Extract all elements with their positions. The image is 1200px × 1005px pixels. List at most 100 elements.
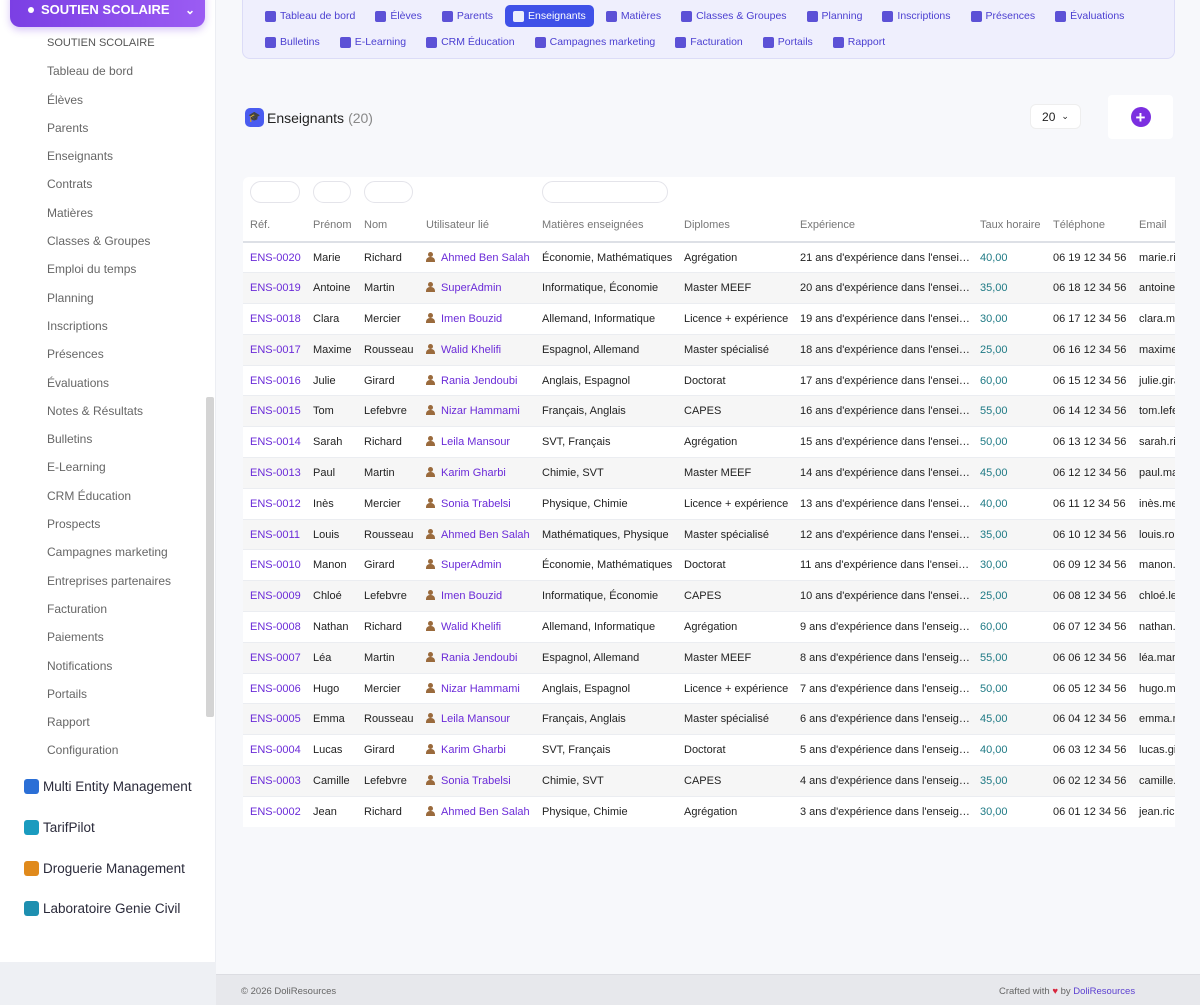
sidebar-item[interactable]: Entreprises partenaires <box>47 574 171 602</box>
nav-tab[interactable]: Facturation <box>667 31 751 53</box>
nav-tab[interactable]: Présences <box>963 5 1044 27</box>
table-row[interactable]: ENS-0020 Marie Richard Ahmed Ben Salah Écono… <box>243 242 1175 274</box>
linked-user-link[interactable]: Karim Gharbi <box>419 734 535 767</box>
linked-user-link[interactable]: SuperAdmin <box>419 549 535 582</box>
nav-tab[interactable]: Parents <box>434 5 501 27</box>
table-row[interactable]: ENS-0018 Clara Mercier Imen Bouzid Allemand,… <box>243 303 1175 335</box>
table-row[interactable]: ENS-0006 Hugo Mercier Nizar Hammami Anglais,… <box>243 673 1175 705</box>
table-row[interactable]: ENS-0005 Emma Rousseau Leila Mansour Françai… <box>243 703 1175 736</box>
ref-link[interactable]: ENS-0020 <box>243 242 306 274</box>
nav-tab[interactable]: Matières <box>598 5 669 27</box>
page-limit-select[interactable]: 20 ⌄ <box>1030 104 1081 129</box>
linked-user-link[interactable]: Walid Khelifi <box>419 334 535 366</box>
sidebar-item[interactable]: Portails <box>47 687 171 715</box>
nav-tab[interactable]: E-Learning <box>332 31 414 53</box>
nav-tab[interactable]: Tableau de bord <box>257 5 363 27</box>
nav-tab[interactable]: CRM Éducation <box>418 31 523 53</box>
table-row[interactable]: ENS-0015 Tom Lefebvre Nizar Hammami Français… <box>243 395 1175 428</box>
linked-user-link[interactable]: Nizar Hammami <box>419 395 535 428</box>
column-header[interactable]: Nom <box>357 209 419 243</box>
add-record-button[interactable]: + <box>1130 107 1151 127</box>
sidebar-item[interactable]: Inscriptions <box>47 319 171 347</box>
table-row[interactable]: ENS-0014 Sarah Richard Leila Mansour SVT, Fr… <box>243 426 1175 459</box>
sidebar-item[interactable]: Élèves <box>47 93 171 121</box>
ref-link[interactable]: ENS-0002 <box>243 796 306 827</box>
sidebar-item[interactable]: Parents <box>47 121 171 149</box>
nav-tab[interactable]: Portails <box>755 31 821 53</box>
ref-link[interactable]: ENS-0004 <box>243 734 306 767</box>
column-header[interactable]: Diplomes <box>677 209 793 243</box>
filter-lastname-input[interactable] <box>364 181 413 203</box>
ref-link[interactable]: ENS-0014 <box>243 426 306 459</box>
sidebar-item[interactable]: Rapport <box>47 715 171 743</box>
linked-user-link[interactable]: Sonia Trabelsi <box>419 765 535 797</box>
sidebar-item[interactable]: Classes & Groupes <box>47 234 171 262</box>
sidebar-item[interactable]: Contrats <box>47 177 171 205</box>
sidebar-item[interactable]: Bulletins <box>47 432 171 460</box>
ref-link[interactable]: ENS-0012 <box>243 488 306 520</box>
ref-link[interactable]: ENS-0019 <box>243 272 306 305</box>
ref-link[interactable]: ENS-0005 <box>243 703 306 736</box>
ref-link[interactable]: ENS-0008 <box>243 611 306 643</box>
ref-link[interactable]: ENS-0018 <box>243 303 306 335</box>
ref-link[interactable]: ENS-0009 <box>243 580 306 613</box>
linked-user-link[interactable]: Leila Mansour <box>419 703 535 736</box>
table-row[interactable]: ENS-0010 Manon Girard SuperAdmin Économie, M… <box>243 549 1175 582</box>
column-header[interactable]: Téléphone <box>1046 209 1132 243</box>
table-row[interactable]: ENS-0003 Camille Lefebvre Sonia Trabelsi Chi… <box>243 765 1175 797</box>
nav-tab[interactable]: Élèves <box>367 5 430 27</box>
linked-user-link[interactable]: Rania Jendoubi <box>419 365 535 397</box>
nav-tab[interactable]: Enseignants <box>505 5 594 27</box>
sidebar-module-item[interactable]: Droguerie Management <box>24 861 185 876</box>
sidebar-item[interactable]: SOUTIEN SCOLAIRE <box>47 36 171 64</box>
nav-tab[interactable]: Campagnes marketing <box>527 31 664 53</box>
linked-user-link[interactable]: Leila Mansour <box>419 426 535 459</box>
footer-brand-link[interactable]: DoliResources <box>1073 986 1135 997</box>
table-row[interactable]: ENS-0011 Louis Rousseau Ahmed Ben Salah Math… <box>243 519 1175 551</box>
table-row[interactable]: ENS-0017 Maxime Rousseau Walid Khelifi Espag… <box>243 334 1175 366</box>
sidebar-item[interactable]: Évaluations <box>47 376 171 404</box>
linked-user-link[interactable]: Walid Khelifi <box>419 611 535 643</box>
sidebar-item[interactable]: Paiements <box>47 630 171 658</box>
sidebar-item[interactable]: Configuration <box>47 743 171 771</box>
ref-link[interactable]: ENS-0015 <box>243 395 306 428</box>
linked-user-link[interactable]: Imen Bouzid <box>419 580 535 613</box>
nav-tab[interactable]: Rapport <box>825 31 893 53</box>
linked-user-link[interactable]: Rania Jendoubi <box>419 642 535 674</box>
ref-link[interactable]: ENS-0007 <box>243 642 306 674</box>
nav-tab[interactable]: Évaluations <box>1047 5 1132 27</box>
linked-user-link[interactable]: Ahmed Ben Salah <box>419 242 535 274</box>
linked-user-link[interactable]: Sonia Trabelsi <box>419 488 535 520</box>
ref-link[interactable]: ENS-0003 <box>243 765 306 797</box>
linked-user-link[interactable]: Nizar Hammami <box>419 673 535 705</box>
linked-user-link[interactable]: SuperAdmin <box>419 272 535 305</box>
table-row[interactable]: ENS-0008 Nathan Richard Walid Khelifi Allema… <box>243 611 1175 643</box>
sidebar-module-item[interactable]: TarifPilot <box>24 820 95 835</box>
sidebar-item[interactable]: Emploi du temps <box>47 262 171 290</box>
nav-tab[interactable]: Planning <box>799 5 871 27</box>
filter-subjects-input[interactable] <box>542 181 668 203</box>
sidebar-scrollbar[interactable] <box>206 397 214 717</box>
sidebar-item[interactable]: Campagnes marketing <box>47 545 171 573</box>
table-row[interactable]: ENS-0009 Chloé Lefebvre Imen Bouzid Informat… <box>243 580 1175 613</box>
ref-link[interactable]: ENS-0013 <box>243 457 306 489</box>
filter-ref-input[interactable] <box>250 181 300 203</box>
table-row[interactable]: ENS-0016 Julie Girard Rania Jendoubi Anglais… <box>243 365 1175 397</box>
column-header[interactable]: Réf. <box>243 209 306 243</box>
ref-link[interactable]: ENS-0006 <box>243 673 306 705</box>
column-header[interactable]: Prénom <box>306 209 357 243</box>
sidebar-module-item[interactable]: Laboratoire Genie Civil <box>24 901 180 916</box>
ref-link[interactable]: ENS-0017 <box>243 334 306 366</box>
sidebar-item[interactable]: Notifications <box>47 659 171 687</box>
column-header[interactable]: Utilisateur lié <box>419 209 535 243</box>
linked-user-link[interactable]: Ahmed Ben Salah <box>419 519 535 551</box>
table-row[interactable]: ENS-0012 Inès Mercier Sonia Trabelsi Physiqu… <box>243 488 1175 520</box>
linked-user-link[interactable]: Ahmed Ben Salah <box>419 796 535 827</box>
sidebar-item[interactable]: Planning <box>47 291 171 319</box>
linked-user-link[interactable]: Karim Gharbi <box>419 457 535 489</box>
column-header[interactable]: Email <box>1132 209 1175 243</box>
ref-link[interactable]: ENS-0011 <box>243 519 306 551</box>
sidebar-item[interactable]: Matières <box>47 206 171 234</box>
sidebar-item[interactable]: Enseignants <box>47 149 171 177</box>
table-row[interactable]: ENS-0019 Antoine Martin SuperAdmin Informati… <box>243 272 1175 305</box>
